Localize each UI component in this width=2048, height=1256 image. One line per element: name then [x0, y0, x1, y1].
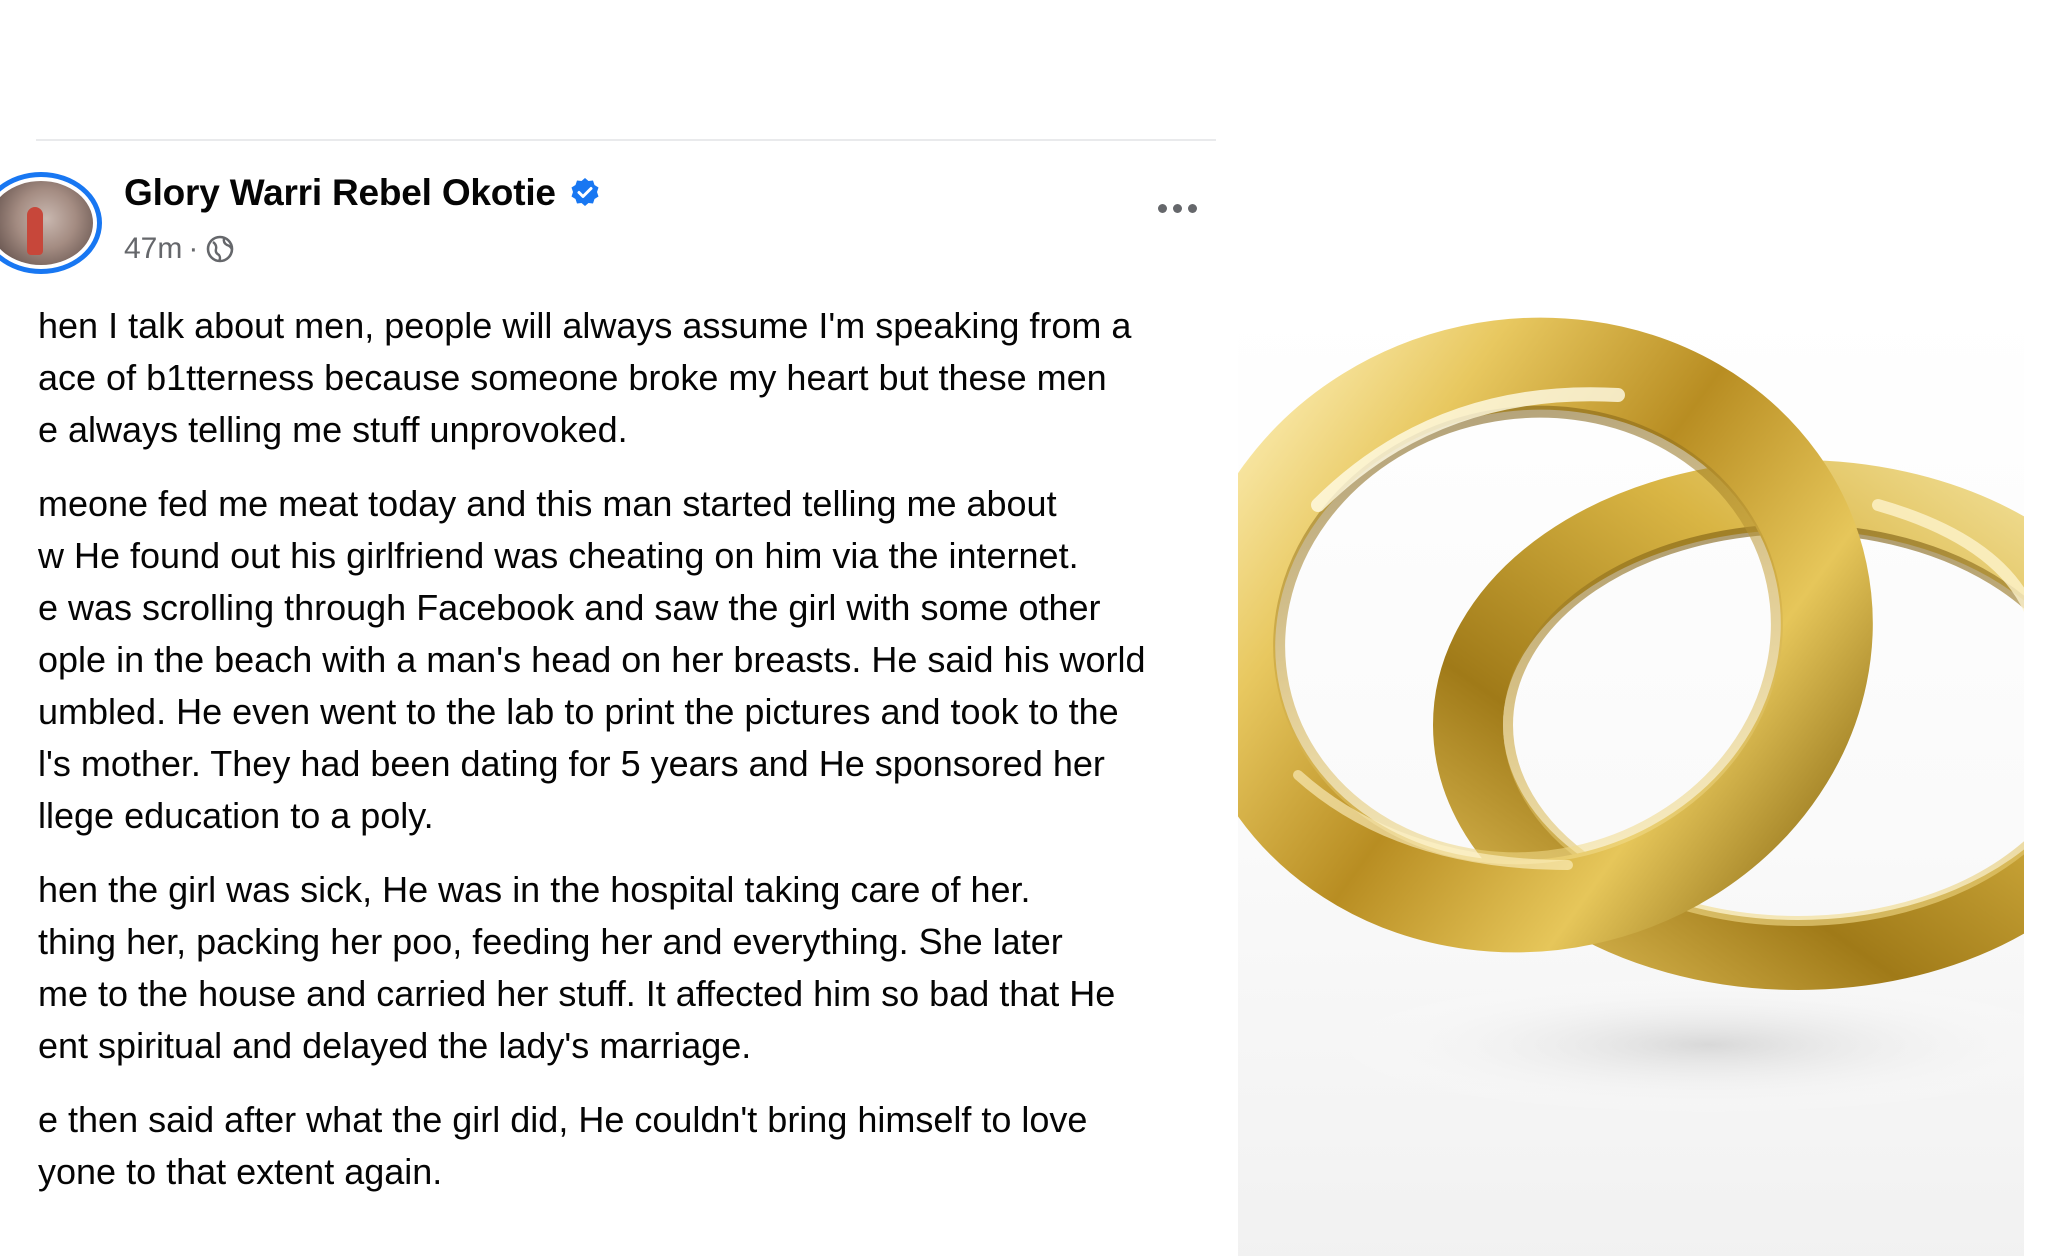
post-divider: [36, 139, 1216, 141]
post-text-line-content: e always telling me stuff unprovoked.: [38, 409, 628, 450]
post-paragraph: hen I talk about men, people will always…: [0, 300, 1230, 456]
more-options-icon[interactable]: [1158, 204, 1197, 213]
post-text-line-content: me to the house and carried her stuff. I…: [38, 973, 1116, 1014]
post-text-line-content: hen the girl was sick, He was in the hos…: [38, 869, 1031, 910]
globe-icon[interactable]: [204, 233, 236, 265]
post-text-line: ople in the beach with a man's head on h…: [0, 634, 1230, 686]
post-text-line-content: meone fed me meat today and this man sta…: [38, 483, 1057, 524]
more-dot: [1188, 204, 1197, 213]
author-name[interactable]: Glory Warri Rebel Okotie: [124, 172, 556, 214]
post-paragraph: meone fed me meat today and this man sta…: [0, 478, 1230, 842]
post-text-line-content: w He found out his girlfriend was cheati…: [38, 535, 1079, 576]
post-text-line: hen the girl was sick, He was in the hos…: [0, 864, 1230, 916]
avatar-figure: [27, 207, 43, 255]
post-text-line: me to the house and carried her stuff. I…: [0, 968, 1230, 1020]
post-text-line: e then said after what the girl did, He …: [0, 1094, 1230, 1146]
avatar-photo: [0, 181, 93, 265]
post-text-line: thing her, packing her poo, feeding her …: [0, 916, 1230, 968]
post-text-line: llege education to a poly.: [0, 790, 1230, 842]
post-text-line-content: ent spiritual and delayed the lady's mar…: [38, 1025, 752, 1066]
author-avatar[interactable]: [0, 172, 102, 274]
front-ring: [1238, 317, 1873, 953]
post-text-line: e always telling me stuff unprovoked.: [0, 404, 1230, 456]
screenshot-canvas: Glory Warri Rebel Okotie 47m · hen I tal…: [0, 0, 2048, 1256]
post-text-line: ace of b1tterness because someone broke …: [0, 352, 1230, 404]
post-text-line: meone fed me meat today and this man sta…: [0, 478, 1230, 530]
wedding-rings-photo: [1238, 305, 2024, 1256]
meta-separator: ·: [188, 232, 199, 265]
ring-shadow: [1328, 975, 2024, 1115]
post-text-line: e was scrolling through Facebook and saw…: [0, 582, 1230, 634]
post-text-line: ent spiritual and delayed the lady's mar…: [0, 1020, 1230, 1072]
post-body: hen I talk about men, people will always…: [0, 300, 1230, 1220]
post-text-line-content: hen I talk about men, people will always…: [38, 305, 1132, 346]
post-text-line-content: thing her, packing her poo, feeding her …: [38, 921, 1063, 962]
post-text-line-content: yone to that extent again.: [38, 1151, 443, 1192]
more-dot: [1173, 204, 1182, 213]
post-meta: 47m ·: [124, 232, 236, 266]
post-text-line: yone to that extent again.: [0, 1146, 1230, 1198]
post-timestamp[interactable]: 47m: [124, 232, 182, 266]
post-text-line: hen I talk about men, people will always…: [0, 300, 1230, 352]
post-text-line-content: l's mother. They had been dating for 5 y…: [38, 743, 1105, 784]
post-text-line-content: e then said after what the girl did, He …: [38, 1099, 1088, 1140]
post-text-line-content: ace of b1tterness because someone broke …: [38, 357, 1107, 398]
verified-badge-icon: [571, 178, 599, 206]
post-text-line-content: ople in the beach with a man's head on h…: [38, 639, 1146, 680]
facebook-post: Glory Warri Rebel Okotie 47m · hen I tal…: [0, 0, 1230, 1256]
post-text-line: umbled. He even went to the lab to print…: [0, 686, 1230, 738]
rings-illustration: [1238, 317, 2024, 1115]
more-dot: [1158, 204, 1167, 213]
post-text-line: l's mother. They had been dating for 5 y…: [0, 738, 1230, 790]
post-text-line-content: e was scrolling through Facebook and saw…: [38, 587, 1101, 628]
post-text-line-content: llege education to a poly.: [38, 795, 434, 836]
post-text-line: w He found out his girlfriend was cheati…: [0, 530, 1230, 582]
post-paragraph: e then said after what the girl did, He …: [0, 1094, 1230, 1198]
post-author[interactable]: Glory Warri Rebel Okotie: [124, 172, 602, 214]
post-paragraph: hen the girl was sick, He was in the hos…: [0, 864, 1230, 1072]
post-text-line-content: umbled. He even went to the lab to print…: [38, 691, 1119, 732]
